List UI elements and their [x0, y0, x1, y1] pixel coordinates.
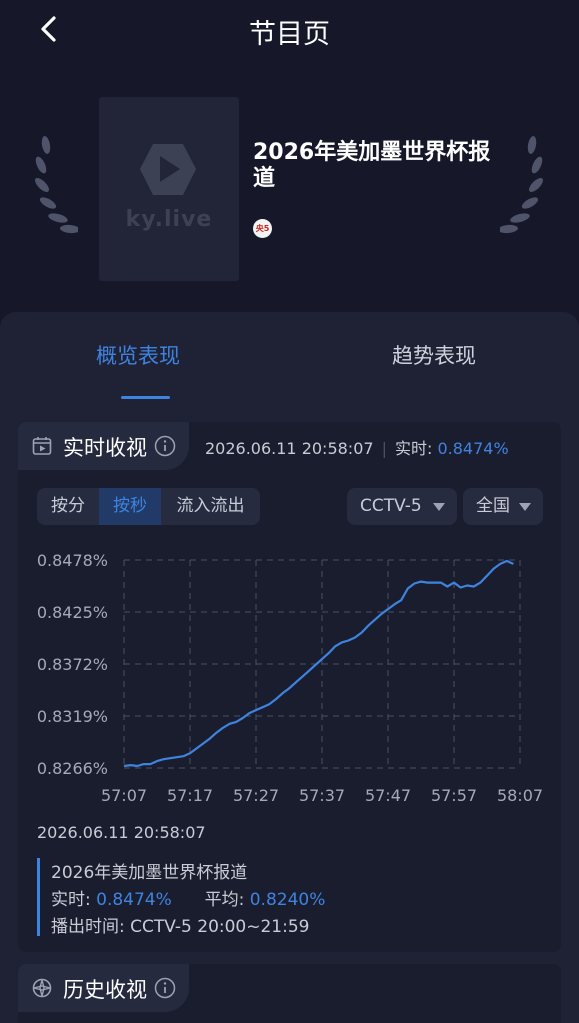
tab-trend[interactable]: 趋势表现 — [392, 340, 476, 370]
info-icon[interactable] — [154, 977, 176, 1003]
realtime-line-chart: 0.8478% 0.8425% 0.8372% 0.8319% 0.8266% 57:07… — [37, 551, 543, 805]
detail-airtime-label: 播出时间: — [51, 917, 125, 937]
detail-realtime-label: 实时: — [51, 890, 91, 910]
y-tick-label: 0.8372% — [37, 655, 108, 674]
live-timestamp: 2026.06.11 20:58:07 — [205, 439, 374, 458]
detail-ratings-line: 实时: 0.8474% 平均: 0.8240% — [51, 885, 325, 910]
live-meta: 2026.06.11 20:58:07 | 实时: 0.8474% — [205, 435, 509, 459]
program-poster: ky.live — [99, 97, 239, 281]
y-tick-label: 0.8266% — [37, 759, 108, 778]
detail-airtime-line: 播出时间: CCTV-5 20:00~21:59 — [51, 912, 309, 937]
detail-average-value: 0.8240% — [249, 890, 326, 910]
x-tick-label: 57:37 — [299, 786, 345, 805]
y-tick-label: 0.8478% — [37, 551, 108, 570]
info-icon[interactable] — [154, 435, 176, 461]
laurel-left-icon — [32, 133, 80, 247]
detail-program-title: 2026年美加墨世界杯报道 — [51, 863, 248, 883]
segment-by-minute[interactable]: 按分 — [37, 488, 99, 525]
live-ratings-header: 实时收视 — [18, 422, 189, 470]
realtime-label: 实时: — [394, 439, 433, 458]
x-tick-label: 57:27 — [233, 786, 279, 805]
channel-dropdown[interactable]: CCTV-5 — [347, 488, 457, 525]
region-dropdown-value: 全国 — [476, 496, 510, 516]
detail-airtime-value: CCTV-5 20:00~21:59 — [130, 917, 310, 937]
granularity-segmented-control: 按分 按秒 流入流出 — [37, 488, 260, 525]
program-title: 2026年美加墨世界杯报道 — [253, 140, 491, 191]
detail-timestamp: 2026.06.11 20:58:07 — [37, 823, 206, 842]
detail-realtime-value: 0.8474% — [96, 890, 172, 910]
x-tick-label: 57:07 — [101, 786, 147, 805]
realtime-value: 0.8474% — [437, 439, 509, 458]
x-tick-label: 57:57 — [431, 786, 477, 805]
page-title: 节目页 — [249, 19, 330, 50]
tab-overview[interactable]: 概览表现 — [96, 340, 180, 370]
header-bar: 节目页 — [0, 0, 579, 58]
divider: | — [381, 439, 387, 458]
tab-active-indicator — [121, 396, 170, 399]
caret-down-icon — [519, 503, 531, 511]
y-tick-label: 0.8319% — [37, 707, 108, 726]
detail-average-label: 平均: — [204, 890, 245, 910]
x-tick-label: 58:07 — [497, 786, 543, 805]
laurel-right-icon — [498, 133, 546, 247]
caret-down-icon — [433, 503, 445, 511]
y-tick-label: 0.8425% — [37, 603, 108, 622]
detail-accent-bar — [37, 858, 40, 936]
play-logo-icon — [138, 142, 198, 201]
poster-logo-text: ky.live — [125, 207, 213, 232]
history-ratings-title: 历史收视 — [63, 978, 147, 1002]
segment-by-second[interactable]: 按秒 — [99, 488, 161, 525]
x-tick-label: 57:47 — [365, 786, 411, 805]
channel-logo-badge: 央5 — [253, 219, 272, 238]
region-dropdown[interactable]: 全国 — [463, 488, 543, 525]
live-tv-icon — [32, 436, 52, 460]
history-ratings-header: 历史收视 — [18, 964, 189, 1012]
segment-inflow-outflow[interactable]: 流入流出 — [161, 488, 260, 525]
history-icon — [32, 978, 52, 1002]
channel-dropdown-value: CCTV-5 — [360, 496, 422, 516]
live-ratings-title: 实时收视 — [63, 436, 147, 460]
history-ratings-card: 历史收视 — [18, 964, 561, 1023]
x-tick-label: 57:17 — [167, 786, 213, 805]
